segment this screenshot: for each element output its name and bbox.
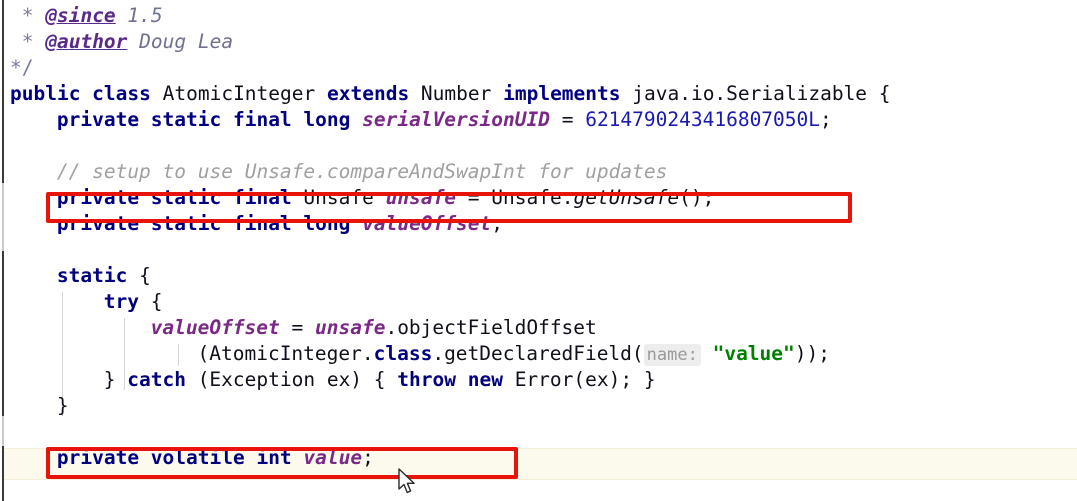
- token-str: "value": [700, 342, 795, 365]
- code-line-class-declaration[interactable]: public class AtomicInteger extends Numbe…: [10, 81, 891, 107]
- token-plain: {: [150, 290, 163, 313]
- token-plain: = Unsafe.: [456, 186, 574, 209]
- token-kw: implements: [503, 82, 633, 105]
- code-text-surface[interactable]: * @since 1.5 * @author Doug Lea */public …: [0, 0, 1077, 501]
- token-plain: ));: [794, 342, 830, 365]
- token-plain: =: [549, 108, 586, 131]
- token-plain: (AtomicInteger.: [197, 342, 374, 365]
- code-line-try-open[interactable]: try {: [104, 289, 163, 315]
- token-plain: AtomicInteger: [162, 82, 327, 105]
- token-field: valueOffset: [362, 212, 492, 235]
- token-kw: private static final long: [56, 212, 363, 235]
- token-jdoc: 1.5: [115, 4, 163, 27]
- code-line-value-offset-field[interactable]: private static final long valueOffset;: [57, 211, 503, 237]
- token-comment: // setup to use Unsafe.compareAndSwapInt…: [56, 160, 668, 183]
- token-field: unsafe: [385, 186, 457, 209]
- token-field: valueOffset: [150, 316, 280, 339]
- token-plain: Number: [420, 82, 504, 105]
- token-plain: (Exception ex) {: [197, 368, 398, 391]
- code-line-javadoc-since[interactable]: * @since 1.5: [10, 3, 163, 29]
- token-jdoc-star: */: [10, 56, 34, 79]
- token-kw: try: [103, 290, 151, 313]
- token-kw: static: [56, 264, 140, 287]
- token-jdoc-star: *: [10, 30, 46, 53]
- token-hint: name:: [643, 344, 701, 366]
- code-editor-screenshot: * @since 1.5 * @author Doug Lea */public …: [0, 0, 1077, 501]
- token-kw: class: [373, 342, 433, 365]
- token-kw: throw new: [397, 368, 515, 391]
- token-plain: }: [103, 368, 128, 391]
- token-method-i: getUnsafe: [573, 186, 680, 209]
- code-line-serial-version-uid[interactable]: private static final long serialVersionU…: [57, 107, 832, 133]
- token-plain: ;: [362, 446, 374, 469]
- code-line-catch-clause[interactable]: } catch (Exception ex) { throw new Error…: [104, 367, 656, 393]
- token-plain: =: [279, 316, 315, 339]
- code-line-unsafe-field[interactable]: private static final Unsafe unsafe = Uns…: [57, 185, 715, 211]
- token-plain: }: [56, 394, 69, 417]
- token-plain: java.io.Serializable {: [632, 82, 891, 105]
- token-plain: ;: [820, 108, 832, 131]
- token-field: unsafe: [315, 316, 386, 339]
- code-line-static-block-open[interactable]: static {: [57, 263, 151, 289]
- code-line-javadoc-author[interactable]: * @author Doug Lea: [10, 29, 233, 55]
- token-field: value: [303, 446, 363, 469]
- token-plain: {: [139, 264, 151, 287]
- token-plain: ;: [491, 212, 504, 235]
- token-plain: .objectFieldOffset: [385, 316, 597, 339]
- token-plain: Unsafe: [303, 186, 386, 209]
- token-kw: private static final long: [56, 108, 363, 131]
- token-jdoc-tag: @since: [45, 4, 116, 27]
- token-field: serialVersionUID: [362, 108, 550, 131]
- code-line-get-declared-field[interactable]: (AtomicInteger.class.getDeclaredField(na…: [198, 341, 830, 367]
- code-line-value-field[interactable]: private volatile int value;: [57, 445, 374, 471]
- token-kw: catch: [127, 368, 198, 391]
- token-jdoc-star: *: [10, 4, 46, 27]
- mouse-pointer-icon: [398, 468, 415, 494]
- token-num: 6214790243416807050L: [585, 108, 821, 131]
- token-plain: Error(ex); }: [514, 368, 656, 391]
- token-kw: public class: [10, 82, 163, 105]
- token-jdoc-tag: @author: [45, 30, 128, 53]
- code-line-value-offset-assign[interactable]: valueOffset = unsafe.objectFieldOffset: [151, 315, 597, 341]
- code-line-javadoc-close[interactable]: */: [10, 55, 33, 81]
- token-kw: extends: [327, 82, 421, 105]
- code-line-setup-comment[interactable]: // setup to use Unsafe.compareAndSwapInt…: [57, 159, 667, 185]
- token-jdoc: Doug Lea: [127, 30, 234, 53]
- code-line-static-block-close[interactable]: }: [57, 393, 69, 419]
- token-plain: ();: [679, 186, 715, 209]
- token-kw: private static final: [56, 186, 304, 209]
- token-plain: .getDeclaredField(: [432, 342, 644, 365]
- token-kw: private volatile int: [56, 446, 304, 469]
